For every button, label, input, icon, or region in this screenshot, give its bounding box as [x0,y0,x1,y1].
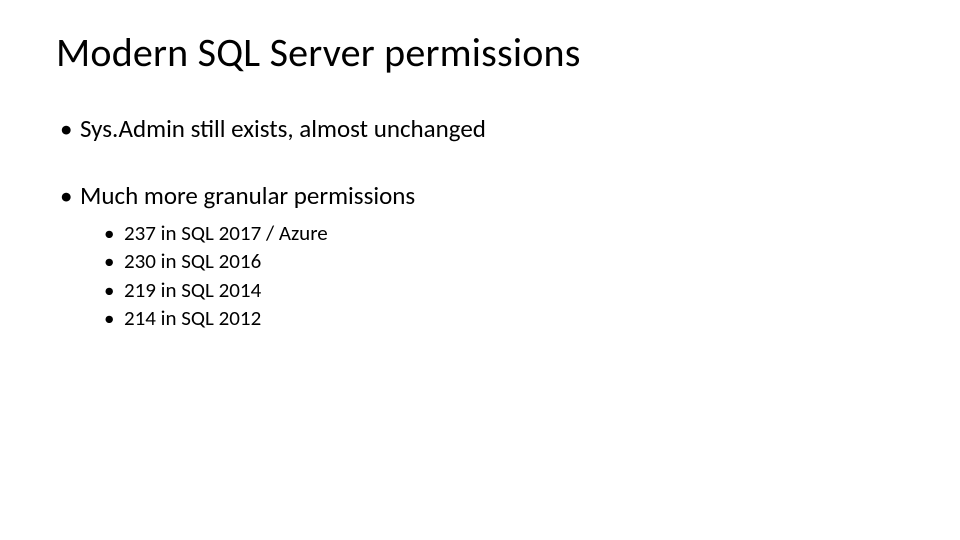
list-item: 219 in SQL 2014 [124,276,904,304]
sub-bullet-list: 237 in SQL 2017 / Azure 230 in SQL 2016 … [80,219,904,332]
bullet-list: Sys.Admin still exists, almost unchanged… [56,113,904,332]
list-item: Sys.Admin still exists, almost unchanged [80,113,904,144]
list-item: 237 in SQL 2017 / Azure [124,219,904,247]
bullet-text: 214 in SQL 2012 [124,305,261,331]
slide: Modern SQL Server permissions Sys.Admin … [0,0,960,540]
bullet-text: 237 in SQL 2017 / Azure [124,220,328,246]
list-item: 214 in SQL 2012 [124,304,904,332]
bullet-text: Much more granular permissions [80,180,415,211]
slide-title: Modern SQL Server permissions [56,28,904,77]
list-item: Much more granular permissions 237 in SQ… [80,180,904,332]
bullet-text: 230 in SQL 2016 [124,248,261,274]
bullet-text: Sys.Admin still exists, almost unchanged [80,113,486,144]
bullet-text: 219 in SQL 2014 [124,277,261,303]
list-item: 230 in SQL 2016 [124,247,904,275]
